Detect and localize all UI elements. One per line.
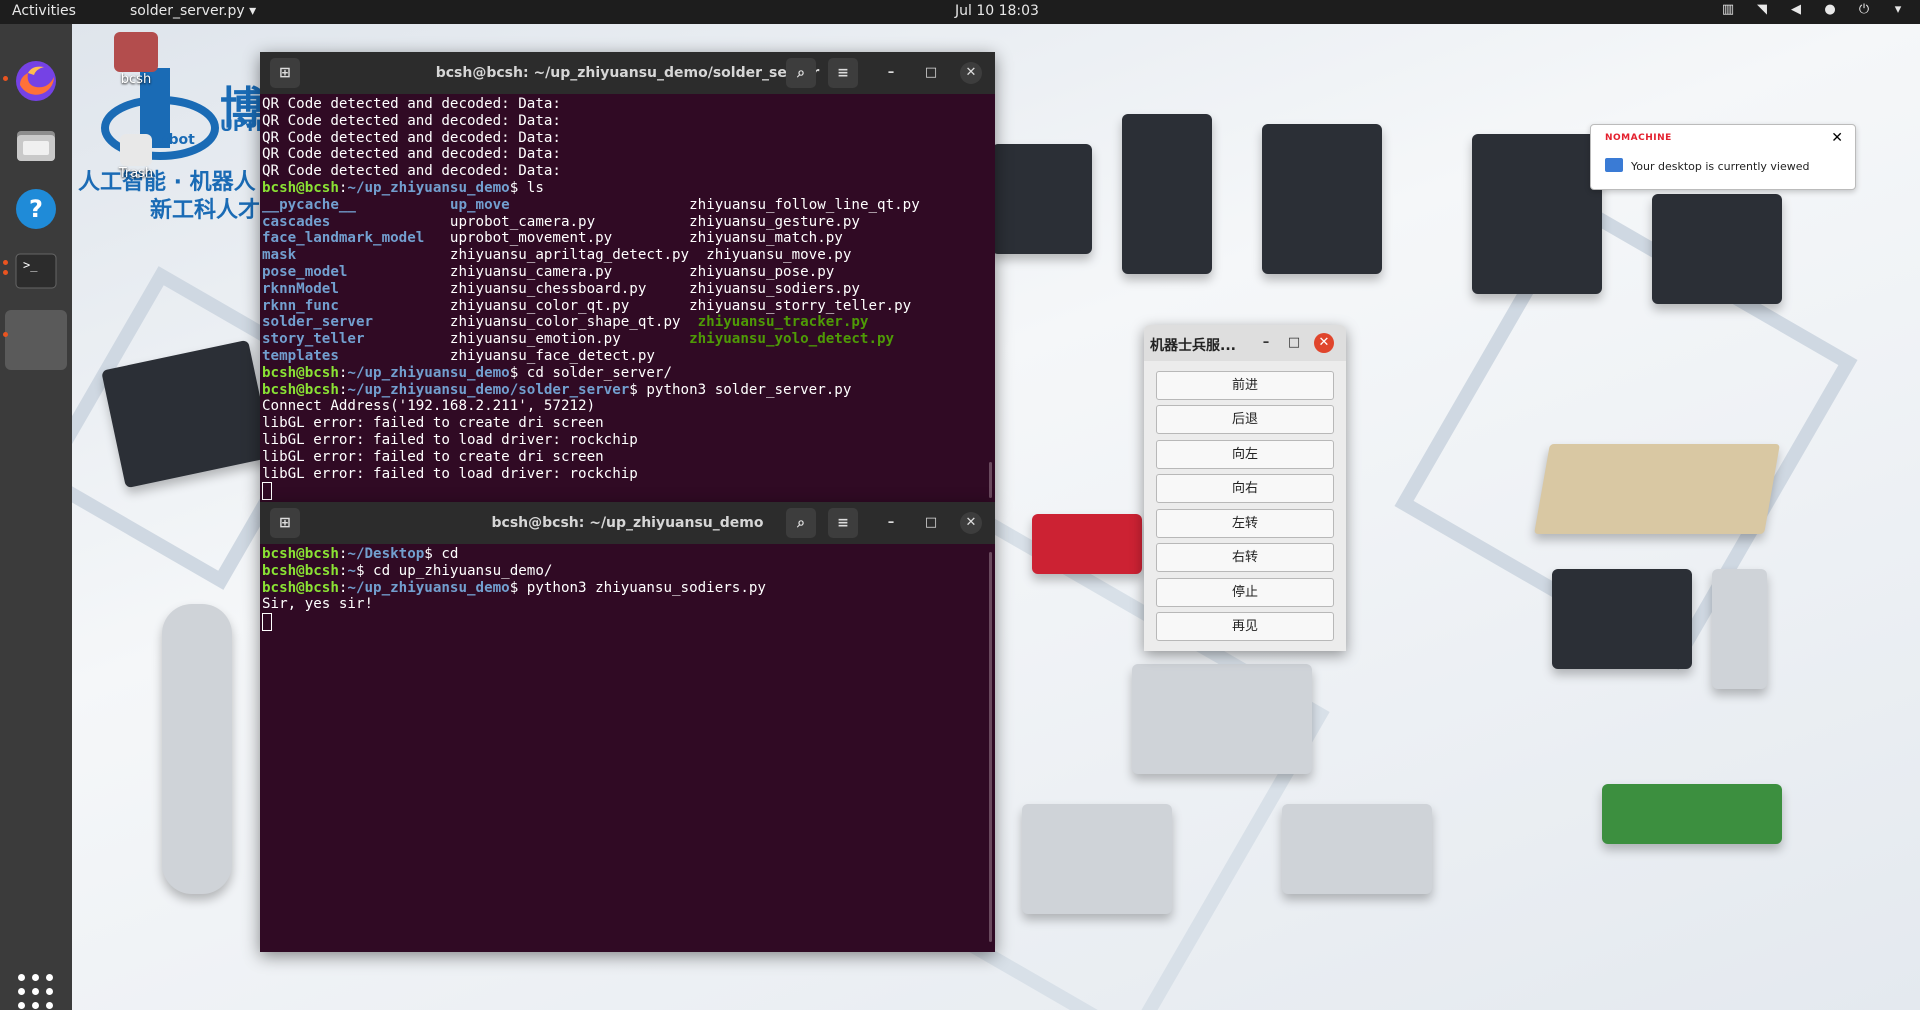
- product-arm-image: [1472, 134, 1602, 294]
- terminal-window-demo[interactable]: ⊞ bcsh@bcsh: ~/up_zhiyuansu_demo ⌕ ≡ – □…: [260, 502, 995, 952]
- close-icon[interactable]: ✕: [960, 62, 982, 84]
- turn-right-button[interactable]: 右转: [1156, 543, 1334, 572]
- terminal-window-solder-server[interactable]: ⊞ bcsh@bcsh: ~/up_zhiyuansu_demo/solder_…: [260, 52, 995, 502]
- clock[interactable]: Jul 10 18:03: [955, 3, 1039, 19]
- nomachine-notification[interactable]: NOMACHINE ✕ Your desktop is currently vi…: [1590, 124, 1856, 190]
- product-cnc-image: [1282, 804, 1432, 894]
- svg-text:?: ?: [29, 195, 43, 223]
- activities-button[interactable]: Activities: [12, 3, 76, 19]
- home-folder-label: bcsh: [120, 72, 152, 87]
- terminal-titlebar[interactable]: ⊞ bcsh@bcsh: ~/up_zhiyuansu_demo/solder_…: [260, 52, 995, 94]
- product-gripper-image: [1652, 194, 1782, 304]
- product-kit-image: [1022, 804, 1172, 914]
- product-pc-image: [1712, 569, 1767, 689]
- running-indicator: [3, 332, 8, 337]
- dialog-title: 机器士兵服...: [1150, 338, 1236, 354]
- terminal-titlebar[interactable]: ⊞ bcsh@bcsh: ~/up_zhiyuansu_demo ⌕ ≡ – □…: [260, 502, 995, 544]
- minimize-icon[interactable]: –: [880, 62, 902, 84]
- backward-button[interactable]: 后退: [1156, 405, 1334, 434]
- product-drone-image: [1032, 514, 1142, 574]
- goodbye-button[interactable]: 再见: [1156, 612, 1334, 641]
- hamburger-menu-icon[interactable]: ≡: [828, 508, 858, 538]
- home-folder-icon[interactable]: bcsh: [106, 32, 166, 87]
- minimize-icon[interactable]: –: [1256, 333, 1276, 353]
- stop-button[interactable]: 停止: [1156, 578, 1334, 607]
- product-tablet-robot-image: [1262, 124, 1382, 274]
- product-robot-arm-image: [1122, 114, 1212, 274]
- terminal-output[interactable]: bcsh@bcsh:~/Desktop$ cd bcsh@bcsh:~$ cd …: [260, 544, 995, 635]
- terminal-title: bcsh@bcsh: ~/up_zhiyuansu_demo: [491, 515, 764, 531]
- top-bar: Activities solder_server.py ▾ Jul 10 18:…: [0, 0, 1920, 24]
- notification-message: Your desktop is currently viewed: [1631, 160, 1810, 173]
- chevron-down-icon[interactable]: ▾: [1890, 2, 1906, 18]
- product-green-desk-image: [1602, 784, 1782, 844]
- running-indicator: [3, 270, 8, 275]
- nomachine-icon[interactable]: ▥: [1720, 2, 1736, 18]
- close-icon[interactable]: ✕: [1314, 333, 1334, 353]
- maximize-icon[interactable]: □: [920, 62, 942, 84]
- trash-label: Trash: [118, 166, 154, 181]
- close-icon[interactable]: ✕: [1831, 130, 1843, 146]
- new-tab-icon[interactable]: ⊞: [270, 58, 300, 88]
- terminal-title: bcsh@bcsh: ~/up_zhiyuansu_demo/solder_se…: [435, 65, 820, 81]
- robot-soldier-control-window[interactable]: 机器士兵服... – □ ✕ 前进 后退 向左 向右 左转 右转 停止 再见: [1144, 325, 1346, 651]
- nomachine-brand: NOMACHINE: [1605, 133, 1672, 143]
- turn-left-button[interactable]: 左转: [1156, 509, 1334, 538]
- microphone-icon[interactable]: ●: [1822, 2, 1838, 18]
- move-right-button[interactable]: 向右: [1156, 474, 1334, 503]
- screen-share-icon: [1605, 158, 1623, 172]
- minimize-icon[interactable]: –: [880, 512, 902, 534]
- product-chassis-image: [992, 144, 1092, 254]
- product-robot-image: [162, 604, 232, 894]
- dialog-titlebar[interactable]: 机器士兵服... – □ ✕: [1144, 325, 1346, 361]
- maximize-icon[interactable]: □: [1284, 333, 1304, 353]
- power-icon[interactable]: ⏻: [1856, 2, 1872, 18]
- product-workbench-image: [1534, 444, 1780, 534]
- maximize-icon[interactable]: □: [920, 512, 942, 534]
- system-tray[interactable]: ▥ ◥ ◀ ● ⏻ ▾: [1720, 2, 1906, 18]
- product-frame-image: [1132, 664, 1312, 774]
- close-icon[interactable]: ✕: [960, 512, 982, 534]
- svg-text:>_: >_: [23, 258, 38, 272]
- help-icon[interactable]: ?: [11, 184, 61, 234]
- terminal-icon[interactable]: >_: [11, 246, 61, 296]
- firefox-icon[interactable]: [11, 56, 61, 106]
- wifi-icon[interactable]: ◥: [1754, 2, 1770, 18]
- move-left-button[interactable]: 向左: [1156, 440, 1334, 469]
- forward-button[interactable]: 前进: [1156, 371, 1334, 400]
- running-indicator: [3, 260, 8, 265]
- search-icon[interactable]: ⌕: [786, 508, 816, 538]
- logo-subtitle: 新工科人才: [150, 198, 261, 223]
- app-menu[interactable]: solder_server.py ▾: [130, 3, 256, 19]
- dock: ? >_: [0, 24, 72, 1010]
- files-icon[interactable]: [11, 120, 61, 170]
- trash-icon[interactable]: Trash: [106, 134, 166, 181]
- scrollbar[interactable]: [989, 462, 992, 498]
- product-monitor-image: [1552, 569, 1692, 669]
- terminal-output[interactable]: QR Code detected and decoded: Data: QR C…: [260, 94, 995, 504]
- active-app-slot[interactable]: [5, 310, 67, 370]
- new-tab-icon[interactable]: ⊞: [270, 508, 300, 538]
- search-icon[interactable]: ⌕: [786, 58, 816, 88]
- scrollbar[interactable]: [989, 552, 992, 942]
- hamburger-menu-icon[interactable]: ≡: [828, 58, 858, 88]
- running-indicator: [3, 76, 8, 81]
- volume-icon[interactable]: ◀: [1788, 2, 1804, 18]
- show-applications-icon[interactable]: [18, 974, 54, 1010]
